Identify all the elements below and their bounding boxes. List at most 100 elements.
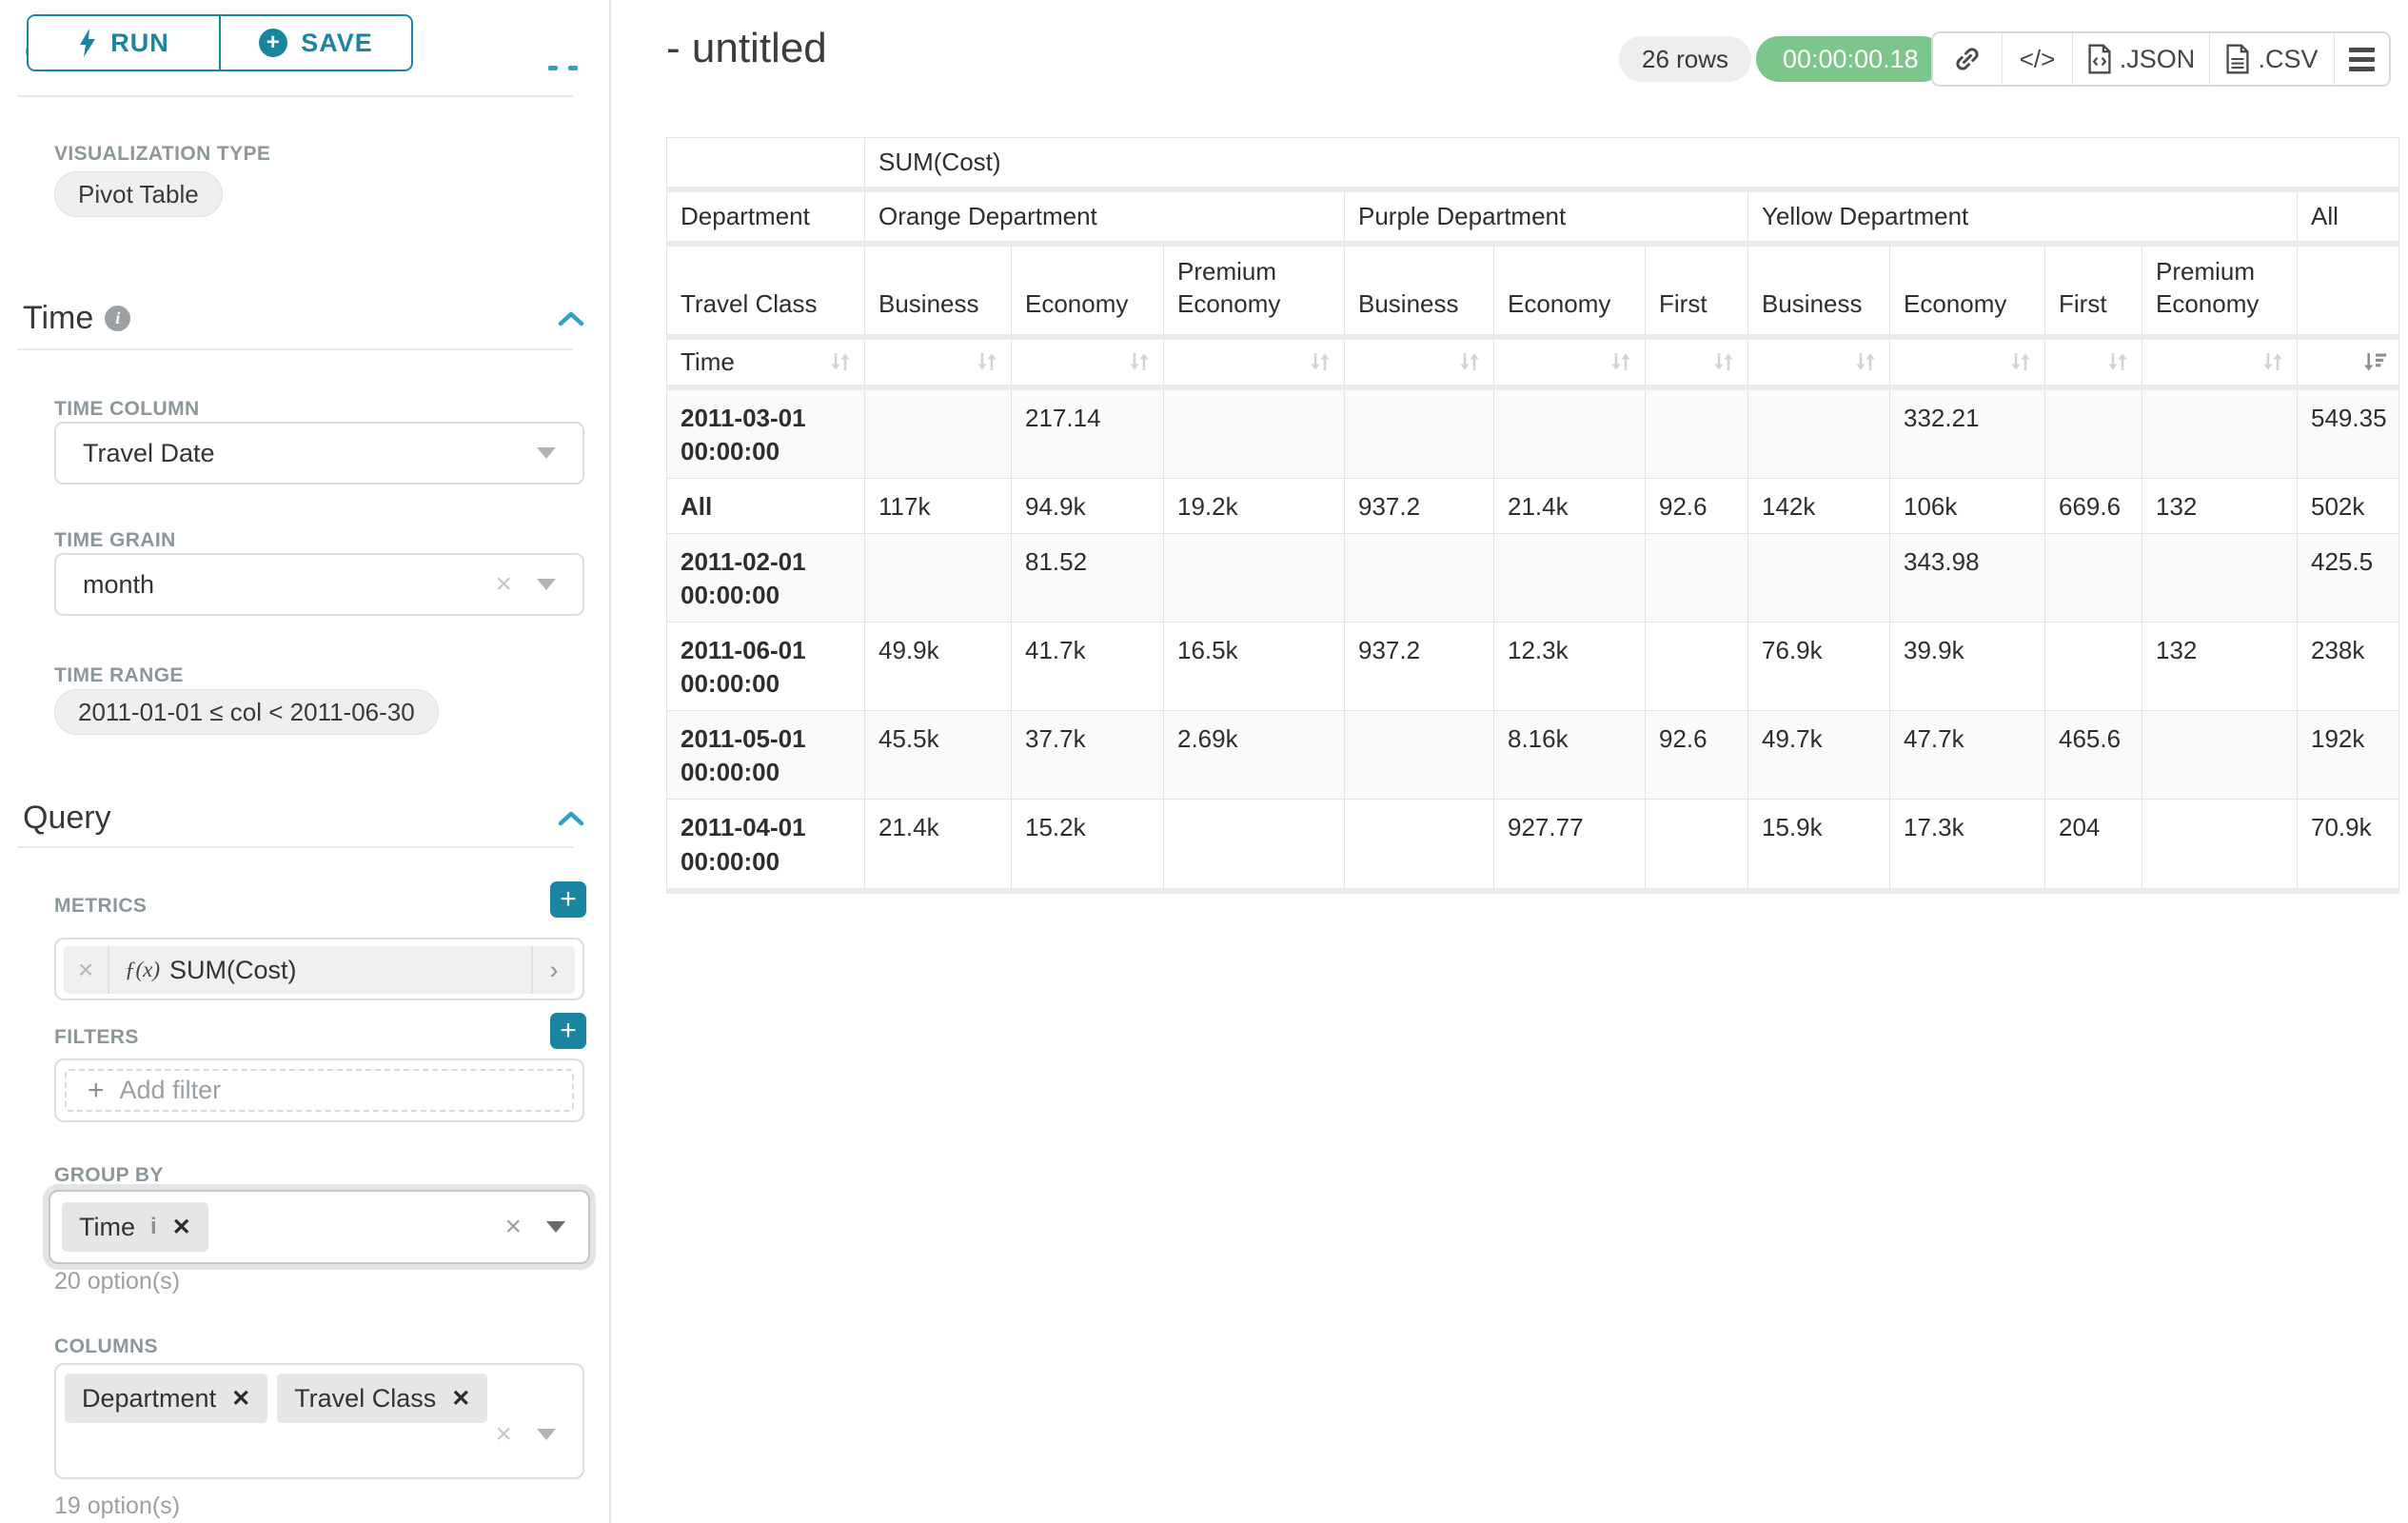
value-cell: 669.6 (2045, 478, 2142, 533)
sort-button[interactable] (975, 350, 999, 373)
run-button[interactable]: RUN (29, 16, 219, 69)
info-icon: i (150, 1214, 157, 1240)
more-options-button[interactable] (2335, 33, 2389, 85)
value-cell: 49.7k (1748, 711, 1890, 800)
panel-divider (609, 0, 611, 1523)
row-label-cell: 2011-05-01 00:00:00 (667, 711, 865, 800)
group-by-label: GROUP BY (54, 1164, 164, 1187)
sort-header-cell (2142, 337, 2298, 387)
copy-link-button[interactable] (1933, 33, 2003, 85)
group-by-chip-time[interactable]: Time i ✕ (62, 1202, 208, 1252)
table-row: 2011-03-01 00:00:00217.14332.21549.35 (667, 387, 2399, 479)
sort-toggle-icon (2105, 350, 2130, 373)
chevron-down-icon[interactable] (537, 579, 556, 590)
time-grain-select[interactable]: month × (54, 553, 584, 616)
sort-toggle-icon (1308, 350, 1332, 373)
remove-metric-icon[interactable]: × (64, 946, 109, 994)
time-range-pill[interactable]: 2011-01-01 ≤ col < 2011-06-30 (54, 689, 439, 735)
travel-class-header-cell: Economy (1494, 244, 1646, 337)
time-grain-value: month (83, 570, 154, 600)
value-cell: 465.6 (2045, 711, 2142, 800)
value-cell: 927.77 (1494, 800, 1646, 891)
time-column-select[interactable]: Travel Date (54, 422, 584, 485)
columns-options-hint: 19 option(s) (54, 1493, 180, 1520)
remove-chip-icon[interactable]: ✕ (451, 1385, 470, 1413)
chip-label: Travel Class (294, 1384, 436, 1414)
clear-icon[interactable]: × (495, 570, 512, 599)
sort-header-cell (1748, 337, 1890, 387)
sort-button[interactable] (2362, 350, 2387, 373)
sort-button[interactable] (828, 350, 853, 373)
value-cell: 21.4k (865, 800, 1012, 891)
pivot-table-container: SUM(Cost)DepartmentOrange DepartmentPurp… (666, 137, 2399, 894)
sort-button[interactable] (1609, 350, 1633, 373)
export-json-button[interactable]: .JSON (2073, 33, 2210, 85)
clear-icon[interactable]: × (495, 1420, 512, 1449)
query-section-header[interactable]: Query (23, 800, 586, 837)
sort-header-cell (865, 337, 1012, 387)
travel-class-header-cell: First (1646, 244, 1748, 337)
value-cell (1164, 533, 1345, 622)
value-cell: 332.21 (1890, 387, 2045, 479)
value-cell: 19.2k (1164, 478, 1345, 533)
remove-chip-icon[interactable]: ✕ (231, 1385, 250, 1413)
remove-chip-icon[interactable]: ✕ (172, 1214, 191, 1241)
chevron-up-icon[interactable] (556, 810, 586, 827)
control-panel-sidebar: Chart Type RUN + SAVE VISUALIZATION TYPE… (0, 0, 609, 1523)
value-cell: 217.14 (1012, 387, 1164, 479)
value-cell: 49.9k (865, 623, 1012, 711)
sort-button[interactable] (1457, 350, 1482, 373)
sort-button[interactable] (2260, 350, 2285, 373)
department-header-cell: Orange Department (865, 189, 1345, 244)
save-button[interactable]: + SAVE (221, 16, 411, 69)
export-csv-button[interactable]: .CSV (2210, 33, 2335, 85)
sort-button[interactable] (2105, 350, 2130, 373)
columns-chip-travel-class[interactable]: Travel Class ✕ (277, 1374, 487, 1423)
value-cell: 132 (2142, 623, 2298, 711)
chevron-down-icon[interactable] (537, 447, 556, 459)
run-save-button-bar: RUN + SAVE (27, 14, 413, 71)
visualization-type-pill[interactable]: Pivot Table (54, 171, 223, 217)
value-cell (865, 533, 1012, 622)
sort-button[interactable] (1711, 350, 1736, 373)
filters-box: + Add filter (54, 1058, 584, 1122)
value-cell: 238k (2298, 623, 2399, 711)
chevron-right-icon[interactable]: › (531, 946, 575, 994)
add-metric-button[interactable]: + (550, 881, 586, 918)
time-section-header[interactable]: Time i (23, 300, 586, 337)
sort-toggle-icon (1127, 350, 1152, 373)
value-cell (1748, 387, 1890, 479)
sort-button[interactable] (1308, 350, 1332, 373)
columns-chip-department[interactable]: Department ✕ (65, 1374, 267, 1423)
add-filter-button[interactable]: + Add filter (65, 1069, 574, 1112)
metric-pill[interactable]: × ƒ(x) SUM(Cost) › (64, 946, 575, 994)
sort-header-cell (1345, 337, 1494, 387)
value-cell (1646, 387, 1748, 479)
travel-class-header-cell: Business (1345, 244, 1494, 337)
department-axis-label: Department (667, 189, 865, 244)
chevron-up-icon (548, 66, 558, 70)
chevron-up-icon[interactable] (556, 310, 586, 327)
value-cell (2142, 533, 2298, 622)
value-cell: 117k (865, 478, 1012, 533)
plus-icon: + (88, 1075, 105, 1107)
view-query-button[interactable]: </> (2003, 33, 2073, 85)
row-label-cell: 2011-03-01 00:00:00 (667, 387, 865, 479)
csv-button-label: .CSV (2258, 45, 2318, 74)
group-by-select[interactable]: Time i ✕ × (49, 1190, 590, 1264)
chevron-down-icon[interactable] (546, 1221, 565, 1233)
value-cell: 937.2 (1345, 478, 1494, 533)
lightning-bolt-icon (78, 29, 97, 57)
columns-select[interactable]: Department ✕ Travel Class ✕ × (54, 1363, 584, 1479)
time-grain-label: TIME GRAIN (54, 529, 176, 552)
value-cell (865, 387, 1012, 479)
travel-class-header-cell: First (2045, 244, 2142, 337)
time-sort-header-cell: Time (667, 337, 865, 387)
sort-button[interactable] (1127, 350, 1152, 373)
sort-button[interactable] (2008, 350, 2033, 373)
link-icon (1953, 45, 1982, 73)
add-filter-plus-button[interactable]: + (550, 1013, 586, 1049)
clear-icon[interactable]: × (504, 1213, 522, 1241)
chevron-down-icon[interactable] (537, 1429, 556, 1440)
sort-button[interactable] (1853, 350, 1878, 373)
